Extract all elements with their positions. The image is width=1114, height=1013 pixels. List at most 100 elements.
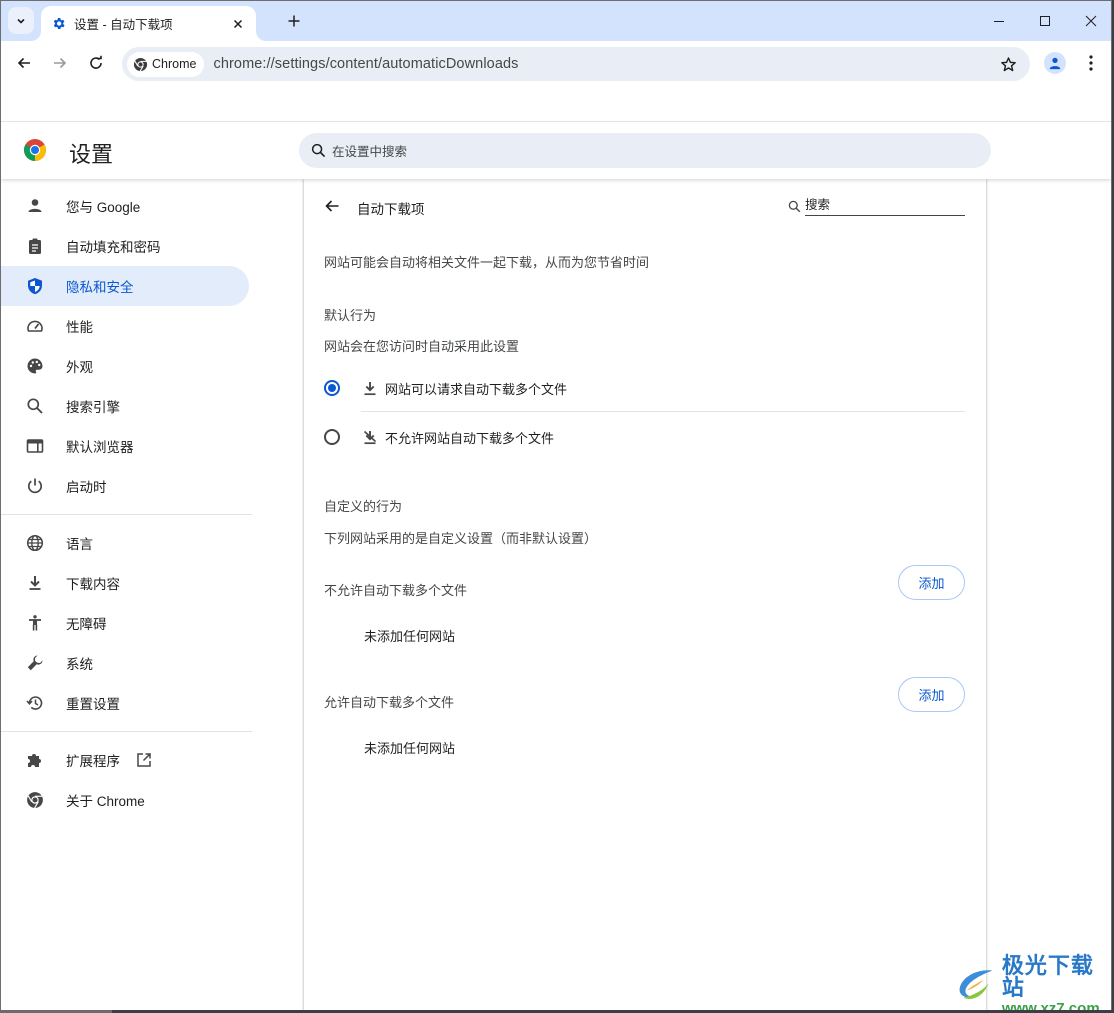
external-link-icon bbox=[136, 752, 152, 768]
radio-button-checked[interactable] bbox=[324, 380, 340, 396]
sidebar-item-reset[interactable]: 重置设置 bbox=[1, 683, 249, 723]
palette-icon bbox=[25, 356, 45, 376]
chevron-down-icon bbox=[17, 18, 25, 24]
sidebar-item-performance[interactable]: 性能 bbox=[1, 306, 249, 346]
sidebar-item-label: 您与 Google bbox=[66, 200, 141, 215]
add-allow-site-button[interactable]: 添加 bbox=[898, 677, 965, 712]
settings-card: 自动下载项 搜索 网站可能会自动将相关文件一起下载，从而为您节省时间 默认行为 … bbox=[304, 179, 986, 1010]
sidebar-item-downloads[interactable]: 下载内容 bbox=[1, 563, 249, 603]
download-icon bbox=[25, 573, 45, 593]
sidebar-item-label: 关于 Chrome bbox=[66, 794, 145, 809]
radio-option-block[interactable]: 不允许网站自动下载多个文件 bbox=[324, 417, 965, 457]
sidebar-item-on-startup[interactable]: 启动时 bbox=[1, 466, 249, 506]
download-off-icon bbox=[362, 429, 378, 445]
arrow-left-icon bbox=[17, 57, 30, 69]
tab-settings[interactable]: 设置 - 自动下载项 bbox=[41, 6, 256, 41]
address-bar[interactable]: Chrome chrome://settings/content/automat… bbox=[122, 47, 1030, 81]
close-icon bbox=[1085, 15, 1097, 27]
back-button[interactable] bbox=[12, 51, 36, 75]
plus-icon bbox=[288, 15, 300, 27]
power-icon bbox=[25, 476, 45, 496]
sidebar-item-label: 扩展程序 bbox=[66, 754, 120, 769]
block-list-empty: 未添加任何网站 bbox=[364, 629, 456, 644]
browser-window: 设置 - 自动下载项 Chrome chrome://settings/cont… bbox=[0, 0, 1112, 1010]
sidebar-item-label: 性能 bbox=[66, 320, 93, 335]
custom-behavior-subheading: 下列网站采用的是自定义设置（而非默认设置） bbox=[324, 531, 598, 546]
bookmark-button[interactable] bbox=[998, 54, 1018, 74]
sidebar-item-label: 下载内容 bbox=[66, 577, 120, 592]
arrow-right-icon bbox=[54, 57, 67, 69]
chip-label: Chrome bbox=[152, 57, 197, 71]
allow-list-title: 允许自动下载多个文件 bbox=[324, 695, 455, 710]
tab-close-button[interactable] bbox=[230, 16, 246, 32]
sidebar-item-privacy-security[interactable]: 隐私和安全 bbox=[1, 266, 249, 306]
speedometer-icon bbox=[25, 316, 45, 336]
reload-button[interactable] bbox=[84, 51, 108, 75]
page-description: 网站可能会自动将相关文件一起下载，从而为您节省时间 bbox=[324, 255, 650, 270]
star-icon bbox=[1000, 56, 1016, 71]
settings-search-input[interactable]: 在设置中搜索 bbox=[299, 133, 991, 168]
tab-search-button[interactable] bbox=[8, 7, 34, 34]
new-tab-button[interactable] bbox=[284, 11, 304, 31]
sidebar-item-you-and-google[interactable]: 您与 Google bbox=[1, 186, 249, 226]
page-search-input[interactable]: 搜索 bbox=[788, 195, 965, 217]
search-icon bbox=[311, 143, 326, 158]
toolbar: Chrome chrome://settings/content/automat… bbox=[1, 41, 1111, 86]
sidebar-item-label: 重置设置 bbox=[66, 697, 120, 712]
maximize-button[interactable] bbox=[1033, 9, 1057, 33]
arrow-left-icon bbox=[325, 200, 339, 212]
sidebar-item-label: 无障碍 bbox=[66, 617, 107, 632]
watermark-logo-icon bbox=[959, 970, 993, 999]
minimize-button[interactable] bbox=[987, 9, 1011, 33]
allow-list-empty: 未添加任何网站 bbox=[364, 741, 456, 756]
radio-label: 不允许网站自动下载多个文件 bbox=[385, 430, 555, 446]
sidebar-item-autofill[interactable]: 自动填充和密码 bbox=[1, 226, 249, 266]
settings-sidebar: 您与 Google 自动填充和密码 隐私和安全 性能 外观 搜索引擎 默认浏览器 bbox=[1, 179, 261, 1010]
option-divider bbox=[361, 411, 965, 412]
sidebar-item-search-engine[interactable]: 搜索引擎 bbox=[1, 386, 249, 426]
radio-option-allow[interactable]: 网站可以请求自动下载多个文件 bbox=[324, 368, 965, 408]
sidebar-item-label: 系统 bbox=[66, 657, 93, 672]
tab-title: 设置 - 自动下载项 bbox=[74, 18, 173, 32]
block-list-title: 不允许自动下载多个文件 bbox=[324, 583, 468, 598]
accessibility-icon bbox=[25, 613, 45, 633]
sidebar-item-about-chrome[interactable]: 关于 Chrome bbox=[1, 780, 249, 820]
chrome-logo-icon bbox=[24, 139, 46, 161]
sidebar-item-languages[interactable]: 语言 bbox=[1, 523, 249, 563]
add-block-site-button[interactable]: 添加 bbox=[898, 565, 965, 600]
watermark-name: 极光下载站 bbox=[1001, 952, 1094, 1000]
sidebar-item-accessibility[interactable]: 无障碍 bbox=[1, 603, 249, 643]
sidebar-item-default-browser[interactable]: 默认浏览器 bbox=[1, 426, 249, 466]
search-icon bbox=[788, 200, 801, 212]
default-behavior-subheading: 网站会在您访问时自动采用此设置 bbox=[324, 339, 520, 354]
watermark-url: www.xz7.com bbox=[1001, 999, 1100, 1011]
sidebar-divider bbox=[1, 514, 252, 515]
sidebar-item-appearance[interactable]: 外观 bbox=[1, 346, 249, 386]
custom-behavior-heading: 自定义的行为 bbox=[324, 499, 403, 514]
sidebar-item-label: 默认浏览器 bbox=[66, 440, 134, 455]
page-title: 自动下载项 bbox=[357, 202, 425, 217]
site-info-chip[interactable]: Chrome bbox=[127, 51, 205, 77]
clipboard-icon bbox=[25, 236, 45, 256]
sidebar-item-label: 隐私和安全 bbox=[66, 280, 134, 295]
sidebar-item-system[interactable]: 系统 bbox=[1, 643, 249, 683]
forward-button[interactable] bbox=[48, 51, 72, 75]
sidebar-item-extensions[interactable]: 扩展程序 bbox=[1, 740, 249, 780]
sidebar-item-label: 搜索引擎 bbox=[66, 400, 120, 415]
menu-button[interactable] bbox=[1082, 52, 1100, 74]
sidebar-item-label: 语言 bbox=[66, 537, 93, 552]
sidebar-item-label: 启动时 bbox=[66, 480, 107, 495]
close-window-button[interactable] bbox=[1079, 9, 1103, 33]
person-icon bbox=[25, 196, 45, 216]
sidebar-divider bbox=[1, 731, 252, 732]
maximize-icon bbox=[1040, 16, 1050, 26]
radio-label: 网站可以请求自动下载多个文件 bbox=[385, 381, 568, 397]
browser-window-icon bbox=[25, 436, 45, 456]
radio-button-unchecked[interactable] bbox=[324, 429, 340, 445]
history-icon bbox=[25, 693, 45, 713]
profile-button[interactable] bbox=[1044, 52, 1066, 74]
settings-title: 设置 bbox=[69, 142, 114, 167]
back-arrow-button[interactable] bbox=[322, 196, 342, 216]
url-text[interactable]: chrome://settings/content/automaticDownl… bbox=[213, 56, 518, 72]
sidebar-item-label: 自动填充和密码 bbox=[66, 240, 161, 255]
